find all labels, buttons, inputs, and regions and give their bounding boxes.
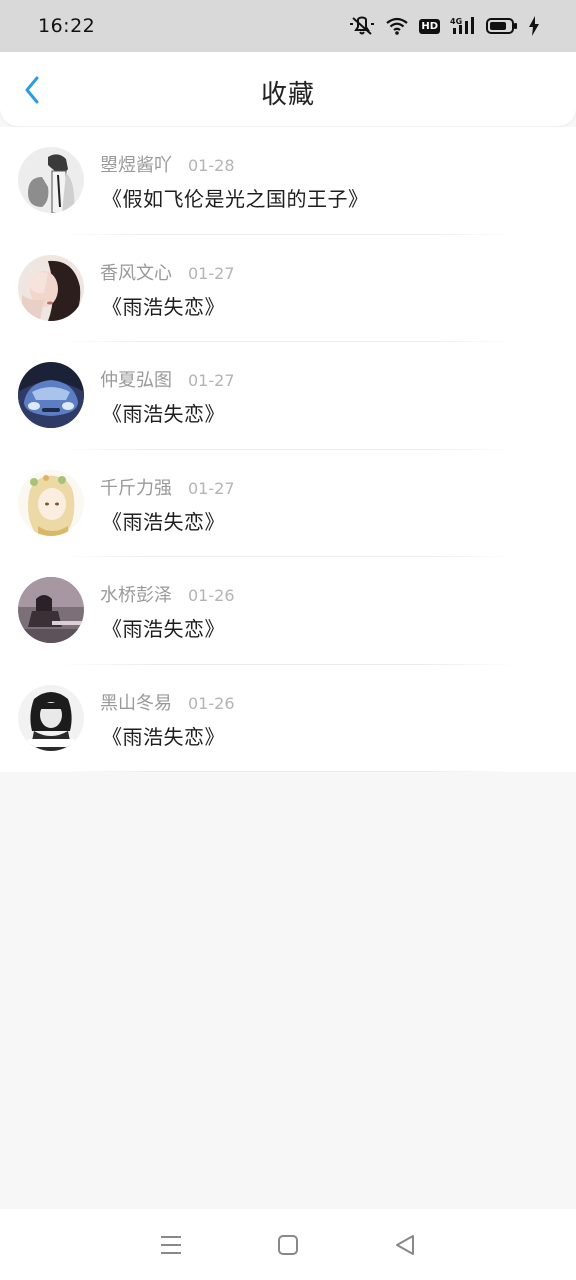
list-item[interactable]: 香风文心 01-27 《雨浩失恋》 [0,234,576,342]
status-icons: HD 4G [349,16,540,36]
battery-icon [486,18,517,34]
header: 收藏 [0,52,576,126]
item-title: 《雨浩失恋》 [102,724,225,749]
item-date: 01-26 [188,693,235,713]
item-meta: 黑山冬易 01-26 [100,689,235,715]
item-date: 01-28 [188,156,235,175]
back-nav-button[interactable] [385,1225,425,1265]
back-triangle-icon [396,1234,415,1255]
item-meta: 曌煜酱吖 01-28 [100,151,235,177]
item-date: 01-26 [188,586,235,605]
status-bar: 16:22 HD 4G [0,0,576,52]
list-item[interactable]: 水桥彭泽 01-26 《雨浩失恋》 [0,557,576,665]
home-button[interactable] [268,1225,308,1265]
divider [60,771,516,772]
mute-icon [350,16,375,35]
home-icon [277,1234,298,1255]
item-date: 01-27 [188,371,235,390]
user-name: 千斤力强 [100,477,172,499]
item-meta: 水桥彭泽 01-26 [100,581,235,607]
wifi-icon [386,17,409,35]
item-title: 《雨浩失恋》 [102,509,225,534]
hd-icon: HD [419,18,440,34]
charging-icon [529,16,539,36]
user-name: 仲夏弘图 [100,370,172,391]
system-nav-bar [0,1209,576,1280]
list-item[interactable]: 曌煜酱吖 01-28 《假如飞伦是光之国的王子》 [0,127,576,235]
signal-icon: 4G [450,17,474,34]
svg-text:4G: 4G [450,17,462,26]
item-title: 《雨浩失恋》 [102,617,225,641]
avatar [18,254,84,321]
avatar [18,362,84,428]
user-name: 曌煜酱吖 [100,155,172,176]
item-title: 《雨浩失恋》 [102,402,225,426]
user-name: 黑山冬易 [100,692,172,714]
list-item[interactable]: 仲夏弘图 01-27 《雨浩失恋》 [0,342,576,450]
avatar [18,147,84,213]
user-name: 水桥彭泽 [100,585,172,606]
avatar [18,577,84,643]
user-name: 香风文心 [100,262,172,284]
favorites-list: 曌煜酱吖 01-28 《假如飞伦是光之国的王子》 香风文心 01-27 《雨浩失… [0,127,576,772]
item-date: 01-27 [188,478,235,498]
item-title: 《雨浩失恋》 [102,294,225,319]
item-meta: 香风文心 01-27 [100,259,235,285]
avatar [18,684,84,751]
menu-icon [160,1235,181,1254]
list-item[interactable]: 黑山冬易 01-26 《雨浩失恋》 [0,664,576,772]
list-item[interactable]: 千斤力强 01-27 《雨浩失恋》 [0,449,576,557]
item-date: 01-27 [188,263,235,283]
page-title: 收藏 [260,80,315,110]
recents-button[interactable] [151,1225,191,1265]
status-time: 16:22 [38,15,96,37]
item-meta: 千斤力强 01-27 [100,474,235,500]
item-title: 《假如飞伦是光之国的王子》 [102,187,369,211]
avatar [18,469,84,536]
item-meta: 仲夏弘图 01-27 [100,366,235,392]
